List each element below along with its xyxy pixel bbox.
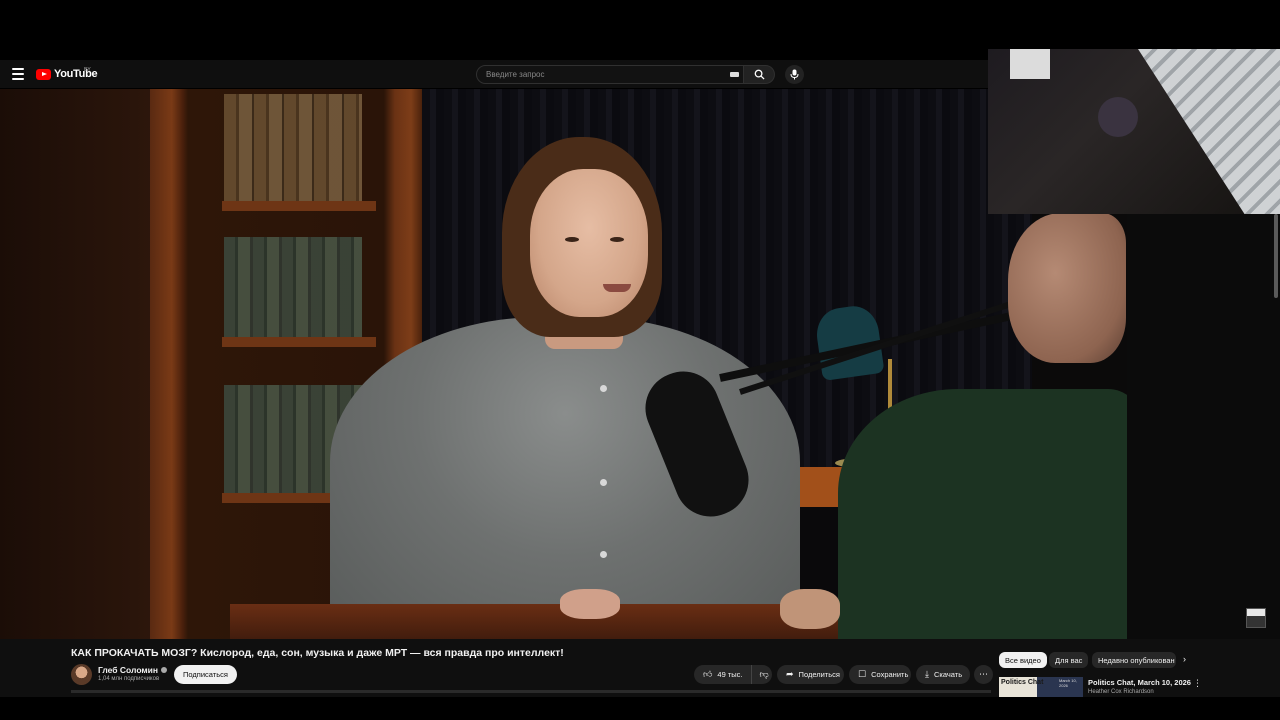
thumbnail-date: March 10, 2026 — [1059, 678, 1077, 688]
shirt-button — [600, 551, 607, 558]
recommended-title[interactable]: Politics Chat, March 10, 2026 — [1088, 678, 1191, 687]
save-label: Сохранить — [871, 670, 909, 679]
more-actions-button[interactable]: ⋯ — [974, 665, 993, 684]
top-black-band — [0, 0, 1280, 49]
recommended-channel[interactable]: Heather Cox Richardson — [1088, 689, 1154, 695]
more-vert-icon[interactable]: ⋮ — [1193, 678, 1202, 689]
chevron-right-icon[interactable]: › — [1183, 654, 1186, 664]
dislike-button[interactable]: 👎︎ — [752, 669, 769, 680]
shelf-board — [222, 201, 376, 211]
verified-icon — [161, 667, 168, 673]
books-top — [224, 94, 362, 204]
chip-recently-uploaded[interactable]: Недавно опубликован — [1092, 652, 1176, 668]
save-icon: ☐ — [858, 669, 867, 679]
host-hand — [780, 589, 840, 629]
youtube-play-icon — [36, 68, 51, 80]
chip-for-you[interactable]: Для вас — [1049, 652, 1089, 668]
guest-mouth — [603, 284, 631, 292]
download-icon: ⤓ — [925, 669, 929, 679]
guest-eye — [565, 237, 579, 242]
share-icon: ➦ — [786, 669, 794, 679]
video-player[interactable] — [0, 89, 1127, 639]
host-head — [1008, 213, 1126, 363]
books-middle — [224, 237, 362, 337]
menu-icon[interactable] — [12, 68, 24, 80]
overlay-window — [1010, 49, 1050, 79]
recommended-thumbnail[interactable]: Politics Chat March 10, 2026 — [999, 677, 1083, 697]
guest-eye — [610, 237, 624, 242]
search-icon — [754, 69, 765, 80]
share-button[interactable]: ➦ Поделиться — [777, 665, 844, 684]
like-count: 49 тыс. — [717, 670, 743, 679]
shirt-button — [600, 479, 607, 486]
like-dislike-group: 👍︎ 49 тыс. 👎︎ — [694, 665, 772, 684]
search-button[interactable] — [744, 65, 775, 84]
bottom-black-band — [0, 697, 1280, 720]
mic-icon — [790, 69, 799, 80]
download-button[interactable]: ⤓ Скачать — [916, 665, 970, 684]
shirt-button — [600, 385, 607, 392]
thumbs-up-icon: 👍︎ — [703, 669, 713, 679]
overlay-object — [1098, 97, 1138, 137]
thumbnail-text: Politics Chat — [1001, 679, 1044, 686]
search-input[interactable] — [476, 65, 744, 84]
channel-name-text[interactable]: Глеб Соломин — [98, 665, 158, 675]
region-code: BY — [84, 67, 91, 73]
like-button[interactable]: 👍︎ 49 тыс. — [694, 665, 752, 684]
sidebar-dark-panel — [1127, 214, 1280, 639]
download-label: Скачать — [933, 670, 963, 679]
description-divider — [71, 690, 991, 693]
guest-face — [530, 169, 648, 317]
save-button[interactable]: ☐ Сохранить — [849, 665, 911, 684]
host-shoulder — [838, 389, 1127, 639]
overlay-stairs — [1138, 49, 1280, 214]
mini-player-avatar[interactable] — [1246, 608, 1266, 628]
share-label: Поделиться — [798, 670, 840, 679]
shelf-board — [222, 337, 376, 347]
subscriber-count: 1,04 млн подписчиков — [98, 676, 160, 682]
chip-all-videos[interactable]: Все видео — [999, 652, 1047, 668]
channel-name[interactable]: Глеб Соломин — [98, 665, 168, 675]
keyboard-icon[interactable] — [730, 72, 739, 77]
subscribe-button[interactable]: Подписаться — [174, 665, 237, 684]
sidebar-scrollbar[interactable] — [1274, 214, 1278, 298]
channel-avatar[interactable] — [71, 664, 92, 685]
voice-search-button[interactable] — [785, 65, 804, 84]
video-title: КАК ПРОКАЧАТЬ МОЗГ? Кислород, еда, сон, … — [71, 647, 564, 659]
thumbs-down-icon: 👎︎ — [759, 669, 769, 679]
more-icon: ⋯ — [979, 669, 988, 679]
guest-hand — [560, 589, 620, 619]
search-bar — [476, 65, 775, 84]
camera-overlay — [988, 49, 1280, 214]
